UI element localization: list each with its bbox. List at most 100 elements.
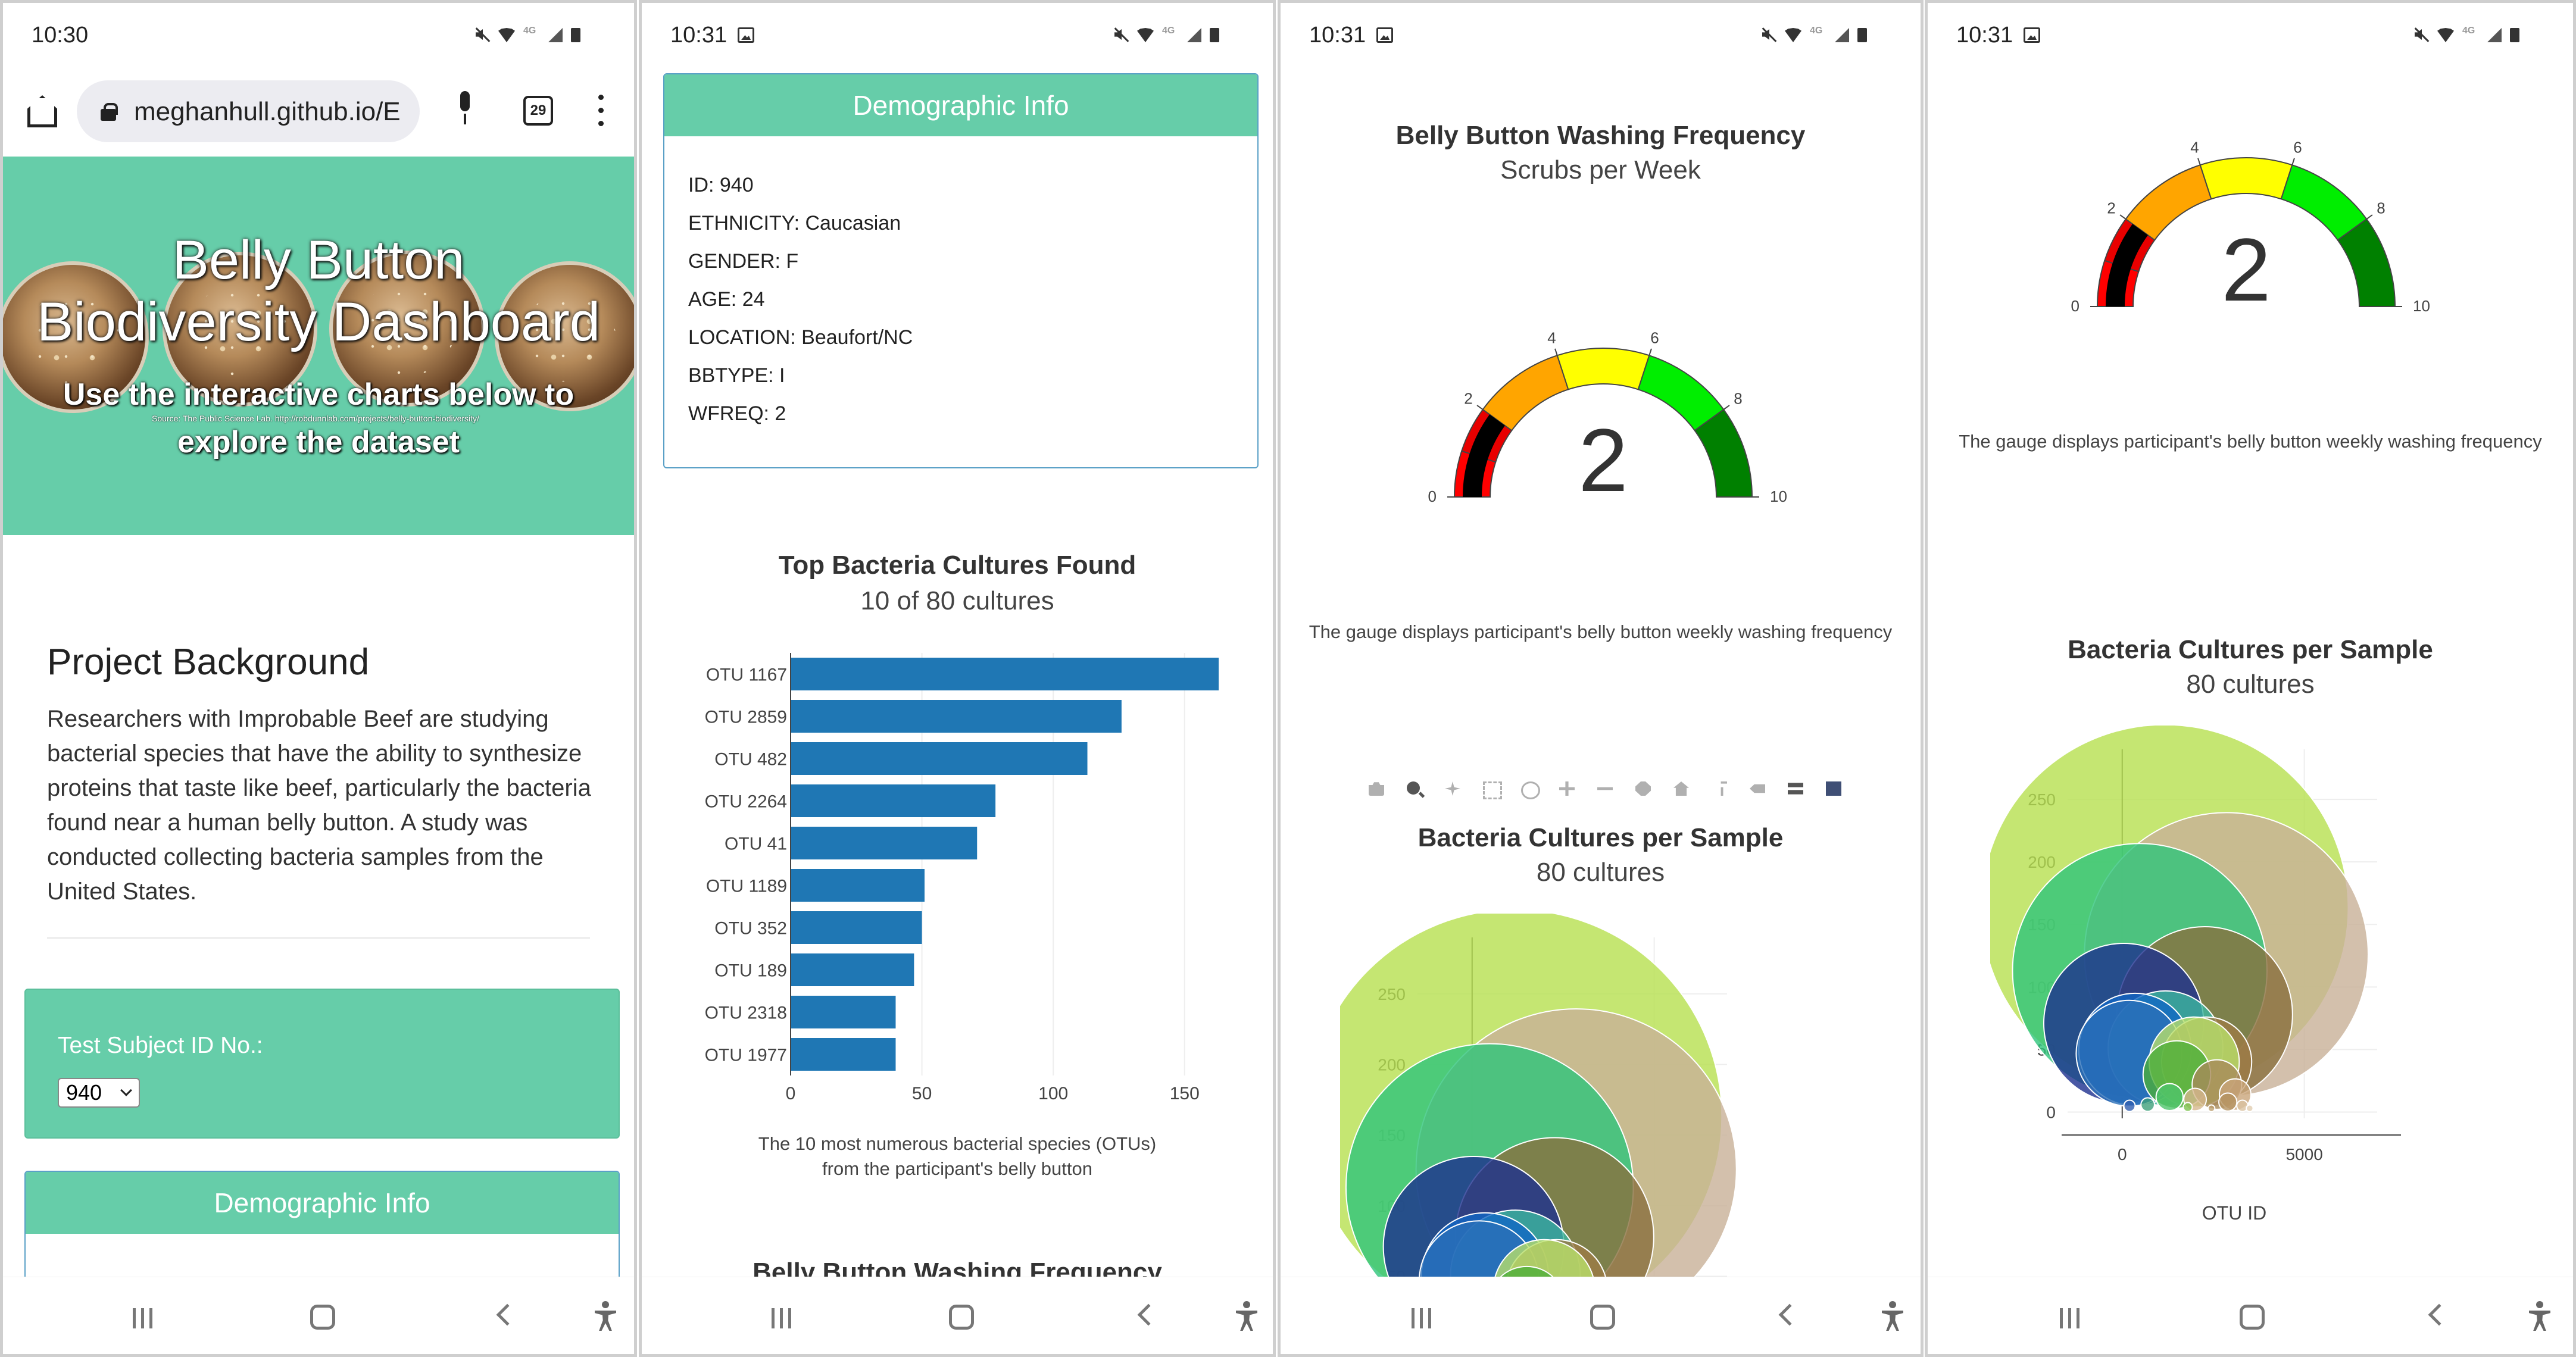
phone-screen-3: 10:31 4G Belly Button Washing Frequency … [1278,0,1924,1357]
bar [791,784,996,817]
bar [791,658,1219,690]
y-tick-label: OTU 352 [714,919,787,939]
network-4g-icon: 4G [2462,26,2475,36]
y-tick-label: OTU 2318 [705,1003,787,1023]
hero-subtitle-line2: explore the dataset [177,425,460,459]
gauge-value-label: 2 [1578,410,1628,510]
bubble-title: Bacteria Cultures per Sample [1417,823,1784,852]
recent-apps-icon[interactable] [133,1308,157,1328]
phone-screen-2: 10:31 4G Demographic Info ID: 940 ETHNIC… [639,0,1276,1357]
recent-apps-icon[interactable] [772,1308,795,1328]
subject-id-value[interactable]: 940 [66,1080,102,1105]
microphone-icon[interactable] [455,91,474,127]
gauge-tick-label: 6 [1650,329,1659,347]
accessibility-icon[interactable] [1235,1301,1259,1331]
back-icon[interactable] [2428,1303,2450,1326]
gauge-chart[interactable]: 0 2 4 6 8 10 2 [1419,312,1788,539]
back-icon[interactable] [496,1303,519,1326]
bubble-subtitle: 80 cultures [1536,858,1665,887]
accessibility-icon[interactable] [594,1301,617,1331]
battery-icon [571,26,580,43]
lasso-icon[interactable] [1510,776,1548,802]
demographic-row-gender: GENDER: F [688,250,799,273]
gauge-subtitle: Scrubs per Week [1500,155,1701,185]
system-nav-bar [1928,1277,2573,1354]
autoscale-icon[interactable] [1625,776,1663,802]
recent-apps-icon[interactable] [2060,1308,2084,1328]
camera-icon[interactable] [1358,776,1396,802]
gauge-tick-label: 10 [1770,487,1787,505]
gauge-tick-label: 10 [2413,297,2430,315]
zoom-icon[interactable] [1396,776,1434,802]
tab-switcher-button[interactable]: 29 [523,96,553,126]
chevron-down-icon[interactable] [120,1084,132,1096]
hero-banner: Belly Button Biodiversity Dashboard Use t… [3,157,634,535]
bubble [2182,1102,2193,1112]
back-icon[interactable] [1137,1303,1160,1326]
gauge-tick-label: 4 [2190,139,2199,157]
pan-icon[interactable] [1434,776,1472,802]
hover-closest-icon[interactable] [1739,776,1777,802]
network-4g-icon: 4G [1162,26,1175,36]
bubble [2155,1083,2184,1111]
bubble-chart[interactable]: 50100150200250 [1340,914,1876,1283]
hero-subtitle-line1: Use the interactive charts below to [63,377,574,412]
url-text[interactable]: meghanhull.github.io/E [134,97,401,127]
recent-apps-icon[interactable] [1412,1308,1435,1328]
box-select-icon[interactable] [1472,776,1510,802]
accessibility-icon[interactable] [1881,1301,1904,1331]
phone-screen-4: 10:31 4G 0 2 4 6 8 10 2 The gauge displays par… [1925,0,2576,1357]
spike-lines-icon[interactable] [1701,776,1739,802]
project-background-text: Researchers with Improbable Beef are stu… [47,706,591,905]
bubble-chart[interactable]: 05010015020025005000OTU ID [1990,726,2526,1261]
back-icon[interactable] [1778,1303,1801,1326]
demographic-info-title: Demographic Info [26,1172,619,1234]
plotly-logo-icon[interactable] [1815,776,1853,802]
address-bar[interactable]: meghanhull.github.io/E [77,80,420,142]
gauge-tick [1723,405,1730,410]
gauge-value-label: 2 [2221,220,2271,320]
hero-title-line1: Belly Button [172,230,465,290]
y-tick-label: OTU 1977 [705,1046,787,1065]
status-time: 10:31 [670,22,727,48]
home-button-icon[interactable] [1590,1305,1615,1330]
mute-icon [1761,26,1776,43]
demographic-row-location: LOCATION: Beaufort/NC [688,326,913,349]
wifi-icon [2436,26,2455,43]
signal-icon [1187,26,1203,43]
gauge-chart[interactable]: 0 2 4 6 8 10 2 [2062,122,2431,348]
home-button-icon[interactable] [310,1305,335,1330]
gauge-tick-label: 0 [1428,487,1437,505]
y-tick-label: OTU 41 [725,834,787,854]
subject-id-select[interactable]: 940 [58,1078,140,1108]
y-tick-label: OTU 1167 [706,665,787,685]
bubble [2218,1092,2238,1112]
reset-axes-icon[interactable] [1663,776,1701,802]
lock-icon[interactable] [101,103,118,121]
zoom-in-icon[interactable] [1548,776,1587,802]
bar [791,700,1122,733]
image-notification-icon [738,27,755,43]
page-content: Project Background Researchers with Impr… [3,535,634,1354]
bar [791,911,922,944]
status-bar: 10:31 4G [1281,3,1921,67]
more-menu-icon[interactable] [597,95,604,128]
zoom-out-icon[interactable] [1587,776,1625,802]
status-time: 10:31 [1956,22,2013,48]
home-button-icon[interactable] [2240,1305,2265,1330]
mute-icon [2413,26,2429,43]
demographic-row-id: ID: 940 [688,174,754,196]
demographic-info-card: Demographic Info ID: 940 ETHNICITY: Cauc… [663,73,1259,468]
bar-chart[interactable]: 0 50 100 150 OTU 1167 OTU 2859 OTU 482 OTU 2264… [642,646,1276,1110]
hero-title: Belly Button Biodiversity Dashboard [3,229,634,353]
hover-compare-icon[interactable] [1777,776,1815,802]
gauge-tick-label: 4 [1547,329,1556,347]
gauge-tick-label: 2 [2107,199,2115,217]
wifi-icon [497,26,516,43]
accessibility-icon[interactable] [2528,1301,2552,1331]
x-axis-title: OTU ID [2202,1202,2266,1224]
home-button-icon[interactable] [949,1305,974,1330]
home-icon[interactable] [24,94,54,124]
gauge-tick-label: 8 [2377,199,2385,217]
system-nav-bar [1281,1277,1921,1354]
